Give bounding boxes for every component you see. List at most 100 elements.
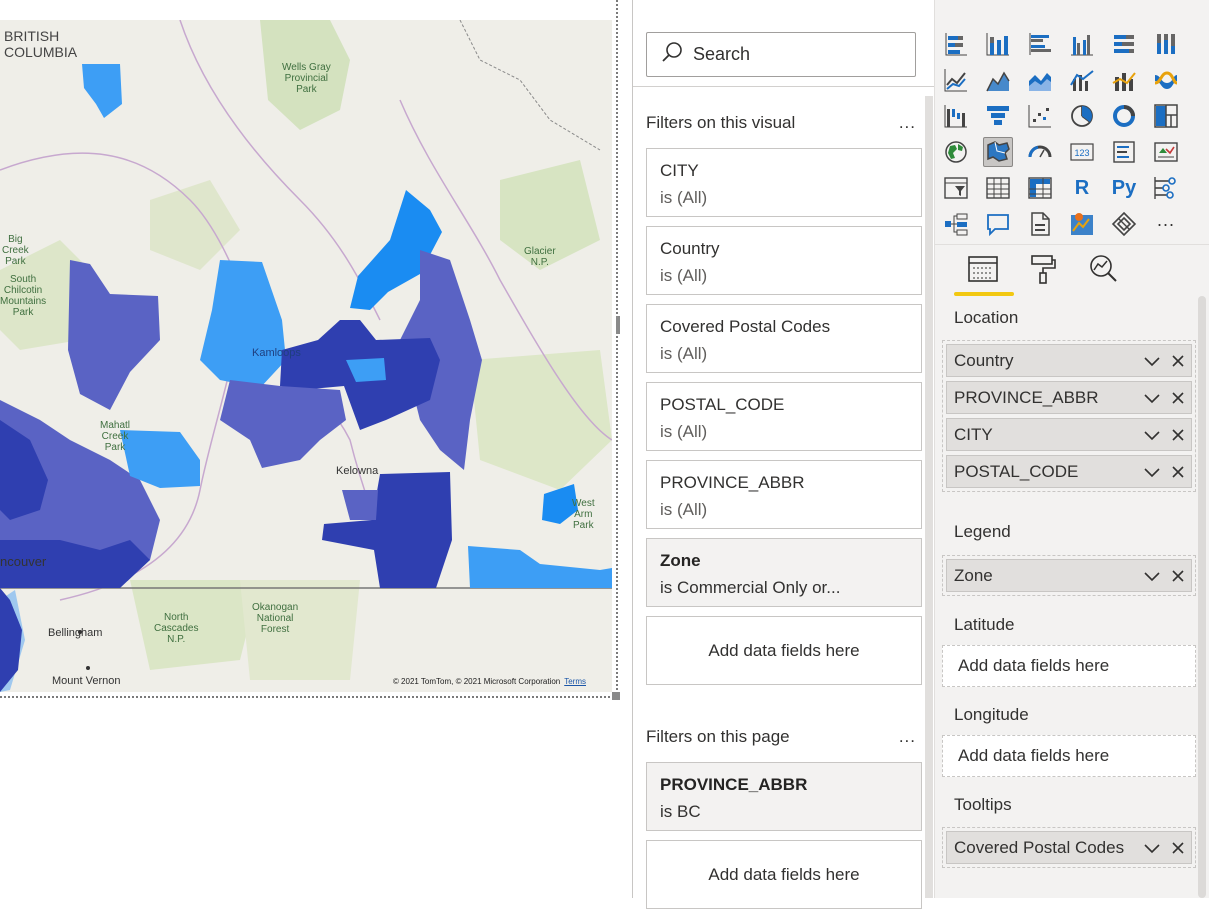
filter-card-city[interactable]: CITY is (All) [646, 148, 922, 217]
gauge-icon[interactable] [1025, 137, 1055, 167]
legend-well[interactable]: Zone [942, 555, 1196, 596]
tooltips-well[interactable]: Covered Postal Codes [942, 827, 1196, 868]
more-visuals-icon[interactable]: ... [1151, 209, 1181, 239]
filter-card-country[interactable]: Country is (All) [646, 226, 922, 295]
filters-scrollbar[interactable] [925, 96, 933, 898]
100-stacked-column-icon[interactable] [1151, 29, 1181, 59]
ribbon-chart-icon[interactable] [1151, 65, 1181, 95]
kpi-icon[interactable] [1151, 137, 1181, 167]
power-apps-icon[interactable] [1109, 209, 1139, 239]
filter-card-covered-postal-codes[interactable]: Covered Postal Codes is (All) [646, 304, 922, 373]
latitude-well-title: Latitude [954, 615, 1015, 634]
card-icon[interactable]: 123 [1067, 137, 1097, 167]
filter-name: POSTAL_CODE [660, 395, 785, 414]
clustered-bar-icon[interactable] [1025, 29, 1055, 59]
arcgis-icon[interactable] [1067, 209, 1097, 239]
chevron-down-icon[interactable] [1143, 567, 1161, 590]
close-icon[interactable] [1171, 463, 1185, 486]
chevron-down-icon[interactable] [1143, 463, 1161, 486]
chevron-down-icon[interactable] [1143, 352, 1161, 375]
label-line: Creek [101, 431, 129, 442]
close-icon[interactable] [1171, 839, 1185, 862]
python-visual-icon[interactable]: Py [1109, 173, 1139, 203]
format-tab[interactable] [1026, 254, 1060, 288]
field-pill-country[interactable]: Country [946, 344, 1192, 377]
filter-card-zone[interactable]: Zone is Commercial Only or... [646, 538, 922, 607]
matrix-icon[interactable] [1025, 173, 1055, 203]
map-area[interactable]: BRITISH COLUMBIA Wells Gray Provincial P… [0, 20, 612, 692]
table-icon[interactable] [983, 173, 1013, 203]
area-chart-icon[interactable] [983, 65, 1013, 95]
scatter-icon[interactable] [1025, 101, 1055, 131]
fields-tab[interactable] [966, 254, 1000, 288]
field-pill-label: PROVINCE_ABBR [954, 387, 1099, 407]
filter-card-province-abbr[interactable]: PROVINCE_ABBR is (All) [646, 460, 922, 529]
slicer-icon[interactable] [941, 173, 971, 203]
key-influencers-icon[interactable] [1151, 173, 1181, 203]
chevron-down-icon[interactable] [1143, 839, 1161, 862]
map-icon[interactable] [941, 137, 971, 167]
analytics-tab[interactable] [1086, 254, 1120, 288]
stacked-area-icon[interactable] [1025, 65, 1055, 95]
close-icon[interactable] [1171, 352, 1185, 375]
page-filter-card-province-abbr[interactable]: PROVINCE_ABBR is BC [646, 762, 922, 831]
line-chart-icon[interactable] [941, 65, 971, 95]
field-pill-city[interactable]: CITY [946, 418, 1192, 451]
qa-icon[interactable] [983, 209, 1013, 239]
r-visual-icon[interactable]: R [1067, 173, 1097, 203]
field-pill-covered-postal-codes[interactable]: Covered Postal Codes [946, 831, 1192, 864]
multi-row-card-icon[interactable] [1109, 137, 1139, 167]
filter-value: is BC [660, 802, 701, 821]
visualizations-scrollbar[interactable] [1198, 296, 1206, 898]
filled-map-icon[interactable] [983, 137, 1013, 167]
filter-card-postal-code[interactable]: POSTAL_CODE is (All) [646, 382, 922, 451]
latitude-add-field[interactable]: Add data fields here [942, 645, 1196, 687]
line-clustered-column-icon[interactable] [1067, 65, 1097, 95]
longitude-add-field[interactable]: Add data fields here [942, 735, 1196, 777]
location-well-title: Location [954, 308, 1019, 327]
label-line: Mountains [0, 296, 47, 307]
label-line: Park [573, 520, 594, 531]
field-pill-postal-code[interactable]: POSTAL_CODE [946, 455, 1192, 488]
close-icon[interactable] [1171, 389, 1185, 412]
filters-pane: Search Filters on this visual ... CITY i… [632, 0, 935, 909]
stacked-column-icon[interactable] [983, 29, 1013, 59]
field-pill-province-abbr[interactable]: PROVINCE_ABBR [946, 381, 1192, 414]
close-icon[interactable] [1171, 567, 1185, 590]
chevron-down-icon[interactable] [1143, 426, 1161, 449]
add-visual-filter-field[interactable]: Add data fields here [646, 616, 922, 685]
add-page-filter-field[interactable]: Add data fields here [646, 840, 922, 909]
label-line: Big [8, 234, 23, 245]
filter-value: is (All) [660, 344, 708, 363]
100-stacked-bar-icon[interactable] [1109, 29, 1139, 59]
funnel-icon[interactable] [983, 101, 1013, 131]
stacked-bar-icon[interactable] [941, 29, 971, 59]
corner-resize-handle[interactable] [612, 692, 620, 700]
filter-name: Country [660, 239, 720, 258]
waterfall-icon[interactable] [941, 101, 971, 131]
close-icon[interactable] [1171, 426, 1185, 449]
paginated-report-icon[interactable] [1025, 209, 1055, 239]
label-line: Mahatl [100, 420, 131, 431]
big-creek-park-label: Big Creek Park [2, 234, 29, 267]
mount-vernon-label: Mount Vernon [52, 675, 121, 687]
terms-link[interactable]: Terms [564, 677, 586, 686]
clustered-column-icon[interactable] [1067, 29, 1097, 59]
filter-value: is (All) [660, 500, 708, 519]
filled-map-visual[interactable]: BRITISH COLUMBIA Wells Gray Provincial P… [0, 0, 620, 700]
decomposition-tree-icon[interactable] [941, 209, 971, 239]
paint-roller-icon [1027, 253, 1059, 290]
line-stacked-column-icon[interactable] [1109, 65, 1139, 95]
filter-value: is Commercial Only or... [660, 578, 841, 597]
location-well[interactable]: Country PROVINCE_ABBR CITY POSTAL_CODE [942, 340, 1196, 492]
province-label-line: BRITISH [4, 28, 60, 44]
pie-chart-icon[interactable] [1067, 101, 1097, 131]
donut-chart-icon[interactable] [1109, 101, 1139, 131]
treemap-icon[interactable] [1151, 101, 1181, 131]
page-filters-more-button[interactable]: ... [899, 727, 916, 747]
chevron-down-icon[interactable] [1143, 389, 1161, 412]
filters-search[interactable]: Search [646, 32, 916, 77]
resize-handle[interactable] [616, 316, 620, 334]
visual-filters-more-button[interactable]: ... [899, 113, 916, 133]
field-pill-zone[interactable]: Zone [946, 559, 1192, 592]
